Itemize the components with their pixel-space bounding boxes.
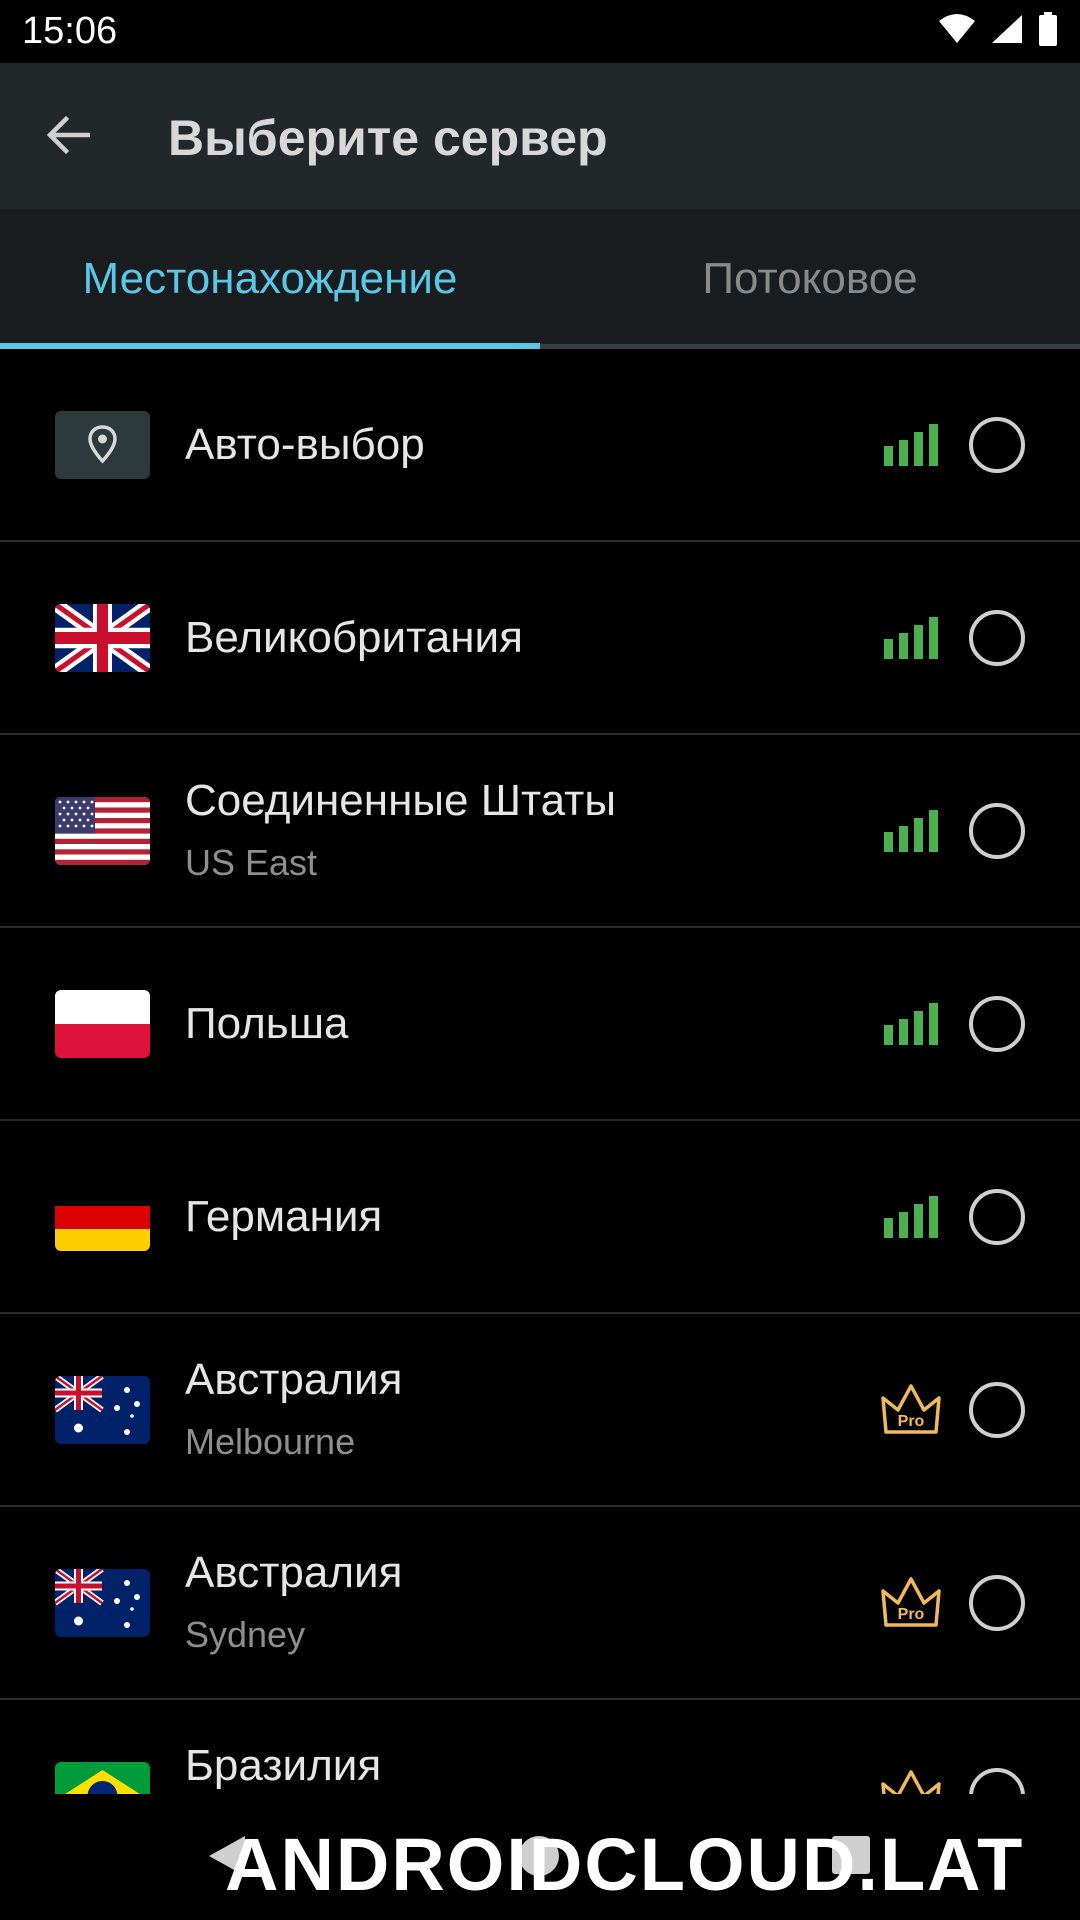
server-radio-button[interactable] bbox=[969, 1575, 1025, 1631]
server-row-germany[interactable]: Германия bbox=[0, 1121, 1080, 1314]
server-row-australia-melbourne[interactable]: Австралия Melbourne Pro bbox=[0, 1314, 1080, 1507]
signal-strength-icon bbox=[884, 810, 938, 852]
server-radio-button[interactable] bbox=[969, 610, 1025, 666]
cellular-signal-icon bbox=[992, 15, 1022, 43]
pro-crown-icon: Pro bbox=[881, 1384, 941, 1434]
server-row-us[interactable]: Соединенные Штаты US East bbox=[0, 735, 1080, 928]
server-radio-button[interactable] bbox=[969, 1768, 1025, 1794]
server-name: Бразилия bbox=[185, 1741, 382, 1790]
server-name: Австралия bbox=[185, 1355, 403, 1404]
server-radio-button[interactable] bbox=[969, 996, 1025, 1052]
server-name: Великобритания bbox=[185, 613, 523, 662]
tab-streaming[interactable]: Потоковое bbox=[540, 209, 1080, 349]
server-city: US East bbox=[185, 842, 318, 883]
server-row-poland[interactable]: Польша bbox=[0, 928, 1080, 1121]
location-pin-icon bbox=[55, 411, 150, 479]
server-city: Melbourne bbox=[185, 1421, 356, 1462]
status-icons bbox=[938, 12, 1058, 46]
server-row-australia-sydney[interactable]: Австралия Sydney Pro bbox=[0, 1507, 1080, 1700]
page-title: Выберите сервер bbox=[168, 110, 608, 166]
server-name: Германия bbox=[185, 1192, 383, 1241]
tab-location[interactable]: Местонахождение bbox=[0, 209, 540, 349]
server-radio-button[interactable] bbox=[969, 1382, 1025, 1438]
brazil-flag-icon bbox=[55, 1762, 150, 1794]
poland-flag-icon bbox=[55, 990, 150, 1058]
server-name: Польша bbox=[185, 999, 349, 1048]
battery-icon bbox=[1039, 12, 1057, 46]
pro-crown-icon: Pro bbox=[881, 1577, 941, 1627]
signal-strength-icon bbox=[884, 1196, 938, 1238]
status-bar: 15:06 bbox=[0, 0, 1080, 63]
server-name: Авто-выбор bbox=[185, 420, 425, 469]
server-name: Соединенные Штаты bbox=[185, 776, 616, 825]
us-flag-icon bbox=[55, 797, 150, 865]
arrow-back-icon bbox=[46, 115, 90, 155]
back-button[interactable] bbox=[38, 105, 98, 165]
signal-strength-icon bbox=[884, 424, 938, 466]
wifi-icon bbox=[939, 14, 975, 43]
tab-bar: Местонахождение Потоковое bbox=[0, 209, 1080, 349]
server-radio-button[interactable] bbox=[969, 417, 1025, 473]
server-list[interactable]: Авто-выбор Великобритания Соединенные Шт… bbox=[0, 349, 1080, 1794]
australia-flag-icon bbox=[55, 1376, 150, 1444]
server-row-auto[interactable]: Авто-выбор bbox=[0, 349, 1080, 542]
signal-strength-icon bbox=[884, 1003, 938, 1045]
server-radio-button[interactable] bbox=[969, 1189, 1025, 1245]
status-time: 15:06 bbox=[22, 10, 118, 52]
australia-flag-icon bbox=[55, 1569, 150, 1637]
pro-label: Pro bbox=[898, 1413, 925, 1430]
germany-flag-icon bbox=[55, 1183, 150, 1251]
watermark-text: ANDROIDCLOUD.LAT bbox=[225, 1823, 1025, 1906]
pro-label: Pro bbox=[898, 1606, 925, 1623]
server-city: Sydney bbox=[185, 1614, 306, 1655]
server-row-brazil[interactable]: Бразилия bbox=[0, 1700, 1080, 1794]
pro-crown-icon bbox=[881, 1770, 941, 1794]
uk-flag-icon bbox=[55, 604, 150, 672]
signal-strength-icon bbox=[884, 617, 938, 659]
server-name: Австралия bbox=[185, 1548, 403, 1597]
toolbar: Выберите сервер bbox=[0, 63, 1080, 209]
server-radio-button[interactable] bbox=[969, 803, 1025, 859]
server-row-uk[interactable]: Великобритания bbox=[0, 542, 1080, 735]
